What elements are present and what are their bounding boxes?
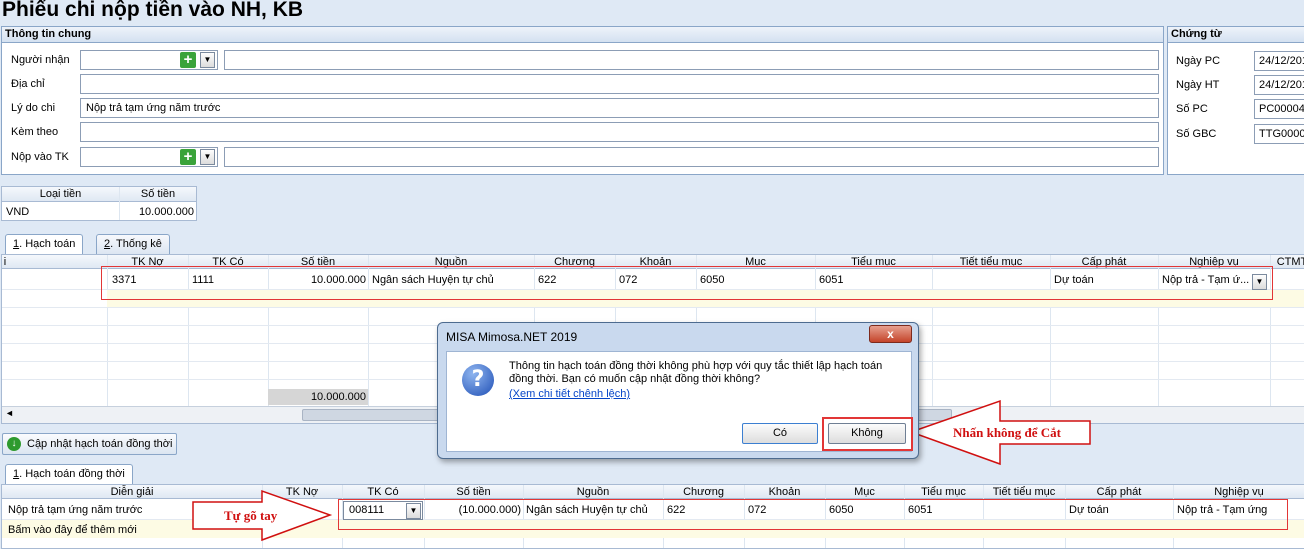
press-no-annotation: Nhấn không để Cắt [953,425,1062,440]
sim-col-tk-no-header: TK Nợ [285,486,319,498]
scroll-left-icon[interactable]: ◄ [5,408,14,418]
dialog-title: MISA Mimosa.NET 2019 [446,330,578,344]
add-new-row-hint[interactable]: Bấm vào đây để thêm mới [8,522,137,538]
sim-col-operation-header: Nghiệp vụ [1214,486,1264,498]
account-dropdown-icon[interactable]: ▼ [200,149,215,165]
receiver-name-input[interactable] [224,50,1159,70]
add-account-icon[interactable]: + [180,149,196,165]
confirm-dialog: MISA Mimosa.NET 2019 x ? Thông tin hạch … [437,322,919,459]
date-ht-label: Ngày HT [1176,79,1220,91]
accounting-row-highlight [101,266,1273,300]
simultaneous-row-highlight [338,499,1288,530]
currency-type-cell[interactable]: VND [6,204,29,220]
tab-accounting[interactable]: 1. Hạch toán [5,234,84,254]
reason-input[interactable]: Nộp trả tạm ứng năm trước [80,98,1159,118]
sim-col-description-header: Diễn giải [110,486,154,498]
currency-amount-header: Số tiền [140,188,176,200]
col-ctmt-header: CTMT [1276,256,1304,268]
attach-input[interactable] [80,122,1159,142]
no-button-highlight [822,417,913,451]
sim-col-item-header: Khoản [768,486,801,498]
view-difference-link[interactable]: (Xem chi tiết chênh lệch) [509,388,630,400]
total-amount: 10.000.000 [310,391,366,403]
gbc-number-input[interactable]: TTG0000 [1254,124,1304,144]
sim-col-subsection-header: Tiểu mục [921,486,966,498]
dialog-message: Thông tin hạch toán đồng thời không phù … [509,360,883,385]
page-title: Phiếu chi nộp tiền vào NH, KB [2,0,304,21]
sim-col-amount-header: Số tiền [456,486,491,498]
update-button-label: Cập nhật hạch toán đồng thời [27,438,173,450]
currency-type-header: Loại tiền [39,188,82,200]
update-simultaneous-button[interactable]: ↓ Cập nhật hạch toán đồng thời [2,433,177,455]
manual-typing-annotation: Tự gõ tay [224,508,278,523]
voucher-header: Chứng từ [1168,27,1304,43]
currency-grid: Loại tiền Số tiền VND 10.000.000 [1,186,197,221]
receiver-code-input[interactable] [80,50,218,70]
sim-col-section-header: Mục [854,486,875,498]
question-icon: ? [462,364,494,396]
currency-amount-cell[interactable]: 10.000.000 [139,204,194,220]
dialog-close-button[interactable]: x [869,325,912,343]
sim-col-source-header: Nguồn [576,486,610,498]
tab-accounting-label: . Hạch toán [19,238,76,250]
tab-simultaneous[interactable]: 1. Hạch toán đồng thời [5,464,133,484]
receiver-dropdown-icon[interactable]: ▼ [200,52,215,68]
receiver-label: Người nhận [11,54,70,66]
date-pc-input[interactable]: 24/12/201 [1254,51,1304,71]
pc-number-label: Số PC [1176,103,1208,115]
gbc-number-label: Số GBC [1176,128,1217,140]
update-arrow-icon: ↓ [7,437,21,451]
dialog-yes-button[interactable]: Có [742,423,818,444]
date-pc-label: Ngày PC [1176,55,1221,67]
sim-col-tk-co-header: TK Có [367,486,399,498]
tab-statistics[interactable]: 2. Thống kê [96,234,170,254]
tab-simultaneous-label: . Hạch toán đồng thời [19,468,125,480]
date-ht-input[interactable]: 24/12/201 [1254,75,1304,95]
attach-label: Kèm theo [11,126,59,138]
account-label: Nộp vào TK [11,151,69,163]
reason-label: Lý do chi [11,102,56,114]
address-label: Địa chỉ [11,78,45,90]
voucher-panel: Chứng từ Ngày PC 24/12/201 Ngày HT 24/12… [1167,26,1304,175]
sim-row-description[interactable]: Nộp trả tạm ứng năm trước [8,502,142,518]
general-info-header: Thông tin chung [2,27,1163,43]
add-receiver-icon[interactable]: + [180,52,196,68]
tab-statistics-label: . Thống kê [110,238,162,250]
pc-number-input[interactable]: PC00004 [1254,99,1304,119]
sim-col-chapter-header: Chương [683,486,724,498]
account-name-input[interactable] [224,147,1159,167]
sim-col-allocation-header: Cấp phát [1096,486,1142,498]
col-first-header: i [3,256,7,268]
address-input[interactable] [80,74,1159,94]
sim-col-detail-header: Tiết tiểu mục [992,486,1056,498]
general-info-panel: Thông tin chung Người nhận + ▼ Địa chỉ L… [1,26,1164,175]
account-code-input[interactable] [80,147,218,167]
